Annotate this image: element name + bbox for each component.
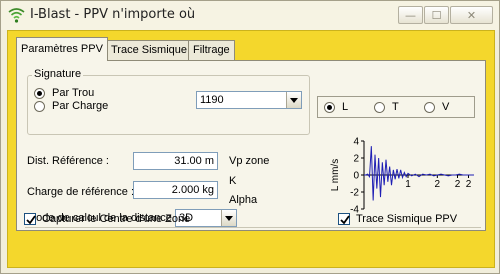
- window-title: I-Blast - PPV n'importe où: [30, 7, 196, 22]
- axis-radio-group: L T V: [317, 96, 475, 118]
- mode-calcul-dropdown-button[interactable]: [221, 210, 236, 226]
- tab-trace-sismique[interactable]: Trace Sismique: [106, 40, 193, 60]
- k-label: K: [229, 175, 237, 187]
- y-tick-label: 0: [353, 171, 359, 182]
- radio-axis-l-label: L: [342, 101, 349, 113]
- minimize-button[interactable]: —: [398, 6, 423, 24]
- dist-reference-input[interactable]: 31.00 m: [133, 152, 218, 170]
- trace-sismique-ppv-checkbox-box[interactable]: [338, 213, 350, 225]
- radio-axis-t[interactable]: T: [374, 101, 399, 113]
- radio-par-charge-label: Par Charge: [52, 100, 109, 112]
- signature-select-dropdown-button[interactable]: [286, 92, 301, 108]
- capture-centre-zone-label: Capturer le Centre d'une Zone: [42, 213, 191, 225]
- y-tick-label: 4: [353, 137, 359, 148]
- x-tick-label: 1: [405, 179, 411, 190]
- seismic-trace-chart: 420-2-4L mm/s 1 2 2 2: [330, 137, 474, 216]
- y-tick-label: 2: [353, 154, 359, 165]
- radio-par-charge[interactable]: Par Charge: [34, 100, 108, 112]
- chevron-down-icon: [290, 97, 298, 103]
- signature-group: Signature Par Trou Par Charge 1190: [27, 68, 310, 135]
- vp-zone-label: Vp zone: [229, 155, 270, 167]
- dist-reference-label: Dist. Référence :: [27, 155, 109, 167]
- alpha-label: Alpha: [229, 194, 258, 206]
- radio-par-trou[interactable]: Par Trou: [34, 87, 94, 99]
- radio-axis-t-label: T: [392, 101, 399, 113]
- x-tick-label: 2: [466, 179, 472, 190]
- maximize-icon: ☐: [431, 8, 442, 22]
- minimize-icon: —: [405, 8, 416, 22]
- charge-reference-input[interactable]: 2.000 kg: [133, 181, 218, 199]
- checkmark-icon: [340, 215, 350, 225]
- panel-divider: [25, 227, 481, 228]
- trace-sismique-ppv-label: Trace Sismique PPV: [356, 213, 458, 225]
- checkmark-icon: [26, 215, 36, 225]
- app-icon: [8, 8, 25, 23]
- tab-filtrage[interactable]: Filtrage: [188, 40, 235, 60]
- signature-group-title: Signature: [32, 68, 84, 80]
- radio-par-trou-indicator[interactable]: [34, 87, 45, 99]
- radio-axis-v-indicator[interactable]: [424, 101, 435, 113]
- x-tick-label: 2: [455, 179, 461, 190]
- client-area: Paramètres PPV Trace Sismique Filtrage S…: [7, 30, 495, 268]
- trace-series-line: [364, 146, 474, 201]
- radio-axis-t-indicator[interactable]: [374, 101, 385, 113]
- radio-axis-l-indicator[interactable]: [324, 101, 335, 113]
- close-button[interactable]: ✕: [450, 6, 493, 24]
- main-window: I-Blast - PPV n'importe où — ☐ ✕ Paramèt…: [0, 0, 500, 274]
- y-axis-title: L mm/s: [330, 159, 341, 191]
- x-tick-label: 2: [435, 179, 441, 190]
- tab-panel: Signature Par Trou Par Charge 1190 L T V…: [16, 60, 486, 231]
- radio-axis-l[interactable]: L: [324, 101, 348, 113]
- capture-centre-zone-checkbox[interactable]: Capturer le Centre d'une Zone: [24, 213, 190, 225]
- radio-axis-v-label: V: [442, 101, 450, 113]
- close-icon: ✕: [466, 8, 477, 22]
- tab-parametres-ppv[interactable]: Paramètres PPV: [16, 37, 108, 61]
- radio-par-trou-label: Par Trou: [52, 87, 95, 99]
- y-tick-label: -2: [350, 188, 359, 199]
- title-bar[interactable]: I-Blast - PPV n'importe où — ☐ ✕: [1, 1, 499, 30]
- chevron-down-icon: [225, 215, 233, 221]
- trace-sismique-ppv-checkbox[interactable]: Trace Sismique PPV: [338, 213, 457, 225]
- maximize-button[interactable]: ☐: [424, 6, 449, 24]
- radio-par-charge-indicator[interactable]: [34, 100, 45, 112]
- radio-axis-v[interactable]: V: [424, 101, 449, 113]
- signature-select-value: 1190: [200, 94, 224, 106]
- capture-centre-zone-checkbox-box[interactable]: [24, 213, 36, 225]
- signature-select[interactable]: 1190: [196, 91, 302, 109]
- charge-reference-label: Charge de référence :: [27, 186, 135, 198]
